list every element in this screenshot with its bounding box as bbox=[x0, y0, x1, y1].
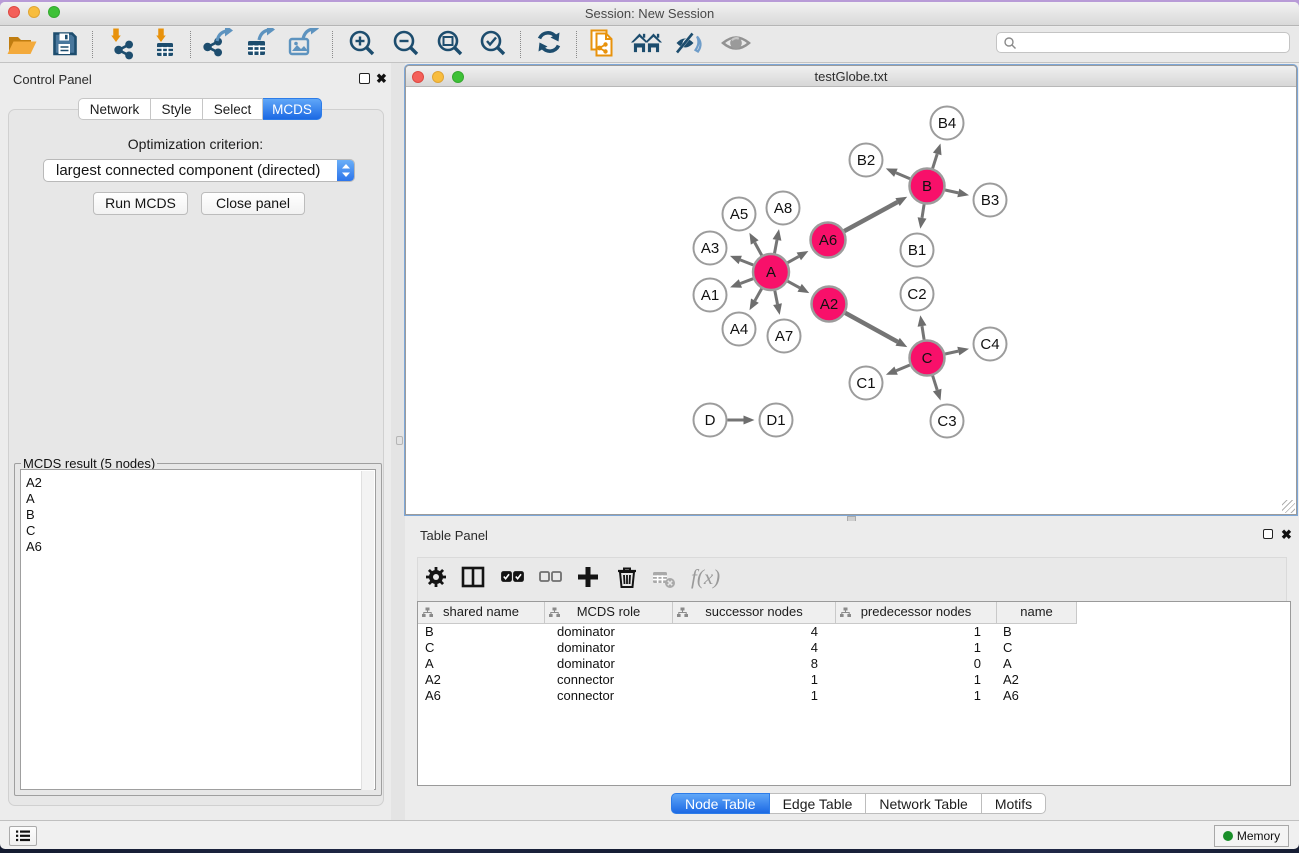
svg-text:B4: B4 bbox=[938, 115, 956, 132]
svg-text:B1: B1 bbox=[908, 242, 926, 259]
svg-text:B3: B3 bbox=[981, 192, 999, 209]
svg-text:C1: C1 bbox=[856, 375, 875, 392]
svg-text:A1: A1 bbox=[701, 287, 719, 304]
svg-text:A2: A2 bbox=[820, 296, 838, 313]
svg-text:A5: A5 bbox=[730, 206, 748, 223]
svg-text:A3: A3 bbox=[701, 240, 719, 257]
svg-text:C4: C4 bbox=[980, 336, 999, 353]
svg-text:D: D bbox=[705, 412, 716, 429]
svg-text:C3: C3 bbox=[937, 413, 956, 430]
svg-text:B2: B2 bbox=[857, 152, 875, 169]
svg-text:A: A bbox=[766, 264, 776, 281]
svg-text:C2: C2 bbox=[907, 286, 926, 303]
svg-text:C: C bbox=[922, 350, 933, 367]
svg-text:A7: A7 bbox=[775, 328, 793, 345]
svg-text:f(x): f(x) bbox=[691, 565, 720, 589]
svg-text:A4: A4 bbox=[730, 321, 748, 338]
svg-text:B: B bbox=[922, 178, 932, 195]
svg-text:D1: D1 bbox=[766, 412, 785, 429]
svg-text:A6: A6 bbox=[819, 232, 837, 249]
svg-text:A8: A8 bbox=[774, 200, 792, 217]
